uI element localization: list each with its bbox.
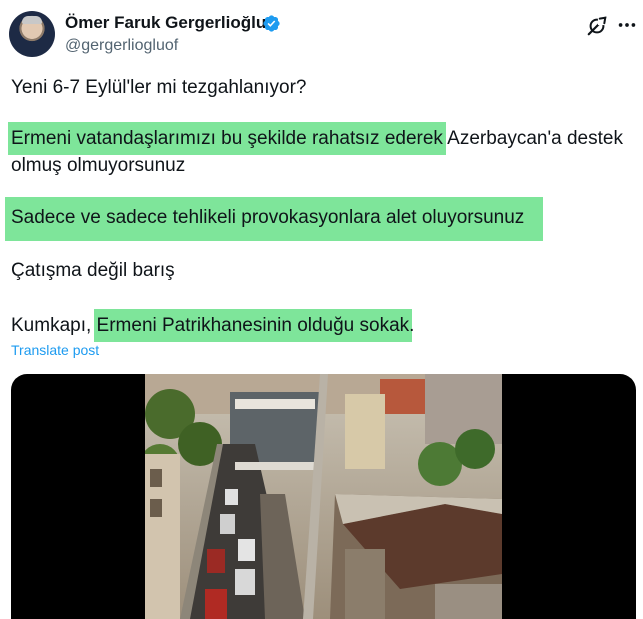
tweet-line-4: Sadece ve sadece tehlikeli provokasyonla…	[11, 207, 525, 228]
highlight-3: Ermeni Patrikhanesinin olduğu sokak	[93, 309, 413, 342]
verified-badge-icon	[263, 15, 280, 32]
tweet-line-6: Kumkapı, Ermeni Patrikhanesinin olduğu s…	[11, 309, 415, 342]
tweet-line-2: Ermeni vatandaşlarımızı bu şekilde rahat…	[8, 122, 623, 155]
translate-post-link[interactable]: Translate post	[11, 342, 99, 358]
highlight-2: Sadece ve sadece tehlikeli provokasyonla…	[5, 197, 543, 241]
video-player[interactable]	[11, 374, 636, 619]
tweet-line-6-post: .	[409, 315, 415, 336]
tweet-line-2-rest: Azerbaycan'a destek	[442, 128, 623, 149]
street-video-thumbnail	[145, 374, 502, 619]
author-display-name[interactable]: Ömer Faruk Gergerlioğlu	[65, 13, 266, 33]
tweet-line-3: olmuş olmuyorsunuz	[11, 155, 186, 176]
tweet-line-6-pre: Kumkapı,	[11, 315, 97, 336]
tweet-line-1: Yeni 6-7 Eylül'ler mi tezgahlanıyor?	[11, 77, 307, 98]
author-handle[interactable]: @gergerliogluof	[65, 37, 178, 55]
highlight-1: Ermeni vatandaşlarımızı bu şekilde rahat…	[8, 122, 446, 155]
grok-icon[interactable]	[586, 15, 608, 37]
tweet-header: Ömer Faruk Gergerlioğlu @gergerliogluof	[0, 0, 643, 66]
avatar[interactable]	[9, 11, 55, 57]
more-options-icon[interactable]	[616, 14, 638, 36]
tweet-line-5: Çatışma değil barış	[11, 260, 175, 281]
